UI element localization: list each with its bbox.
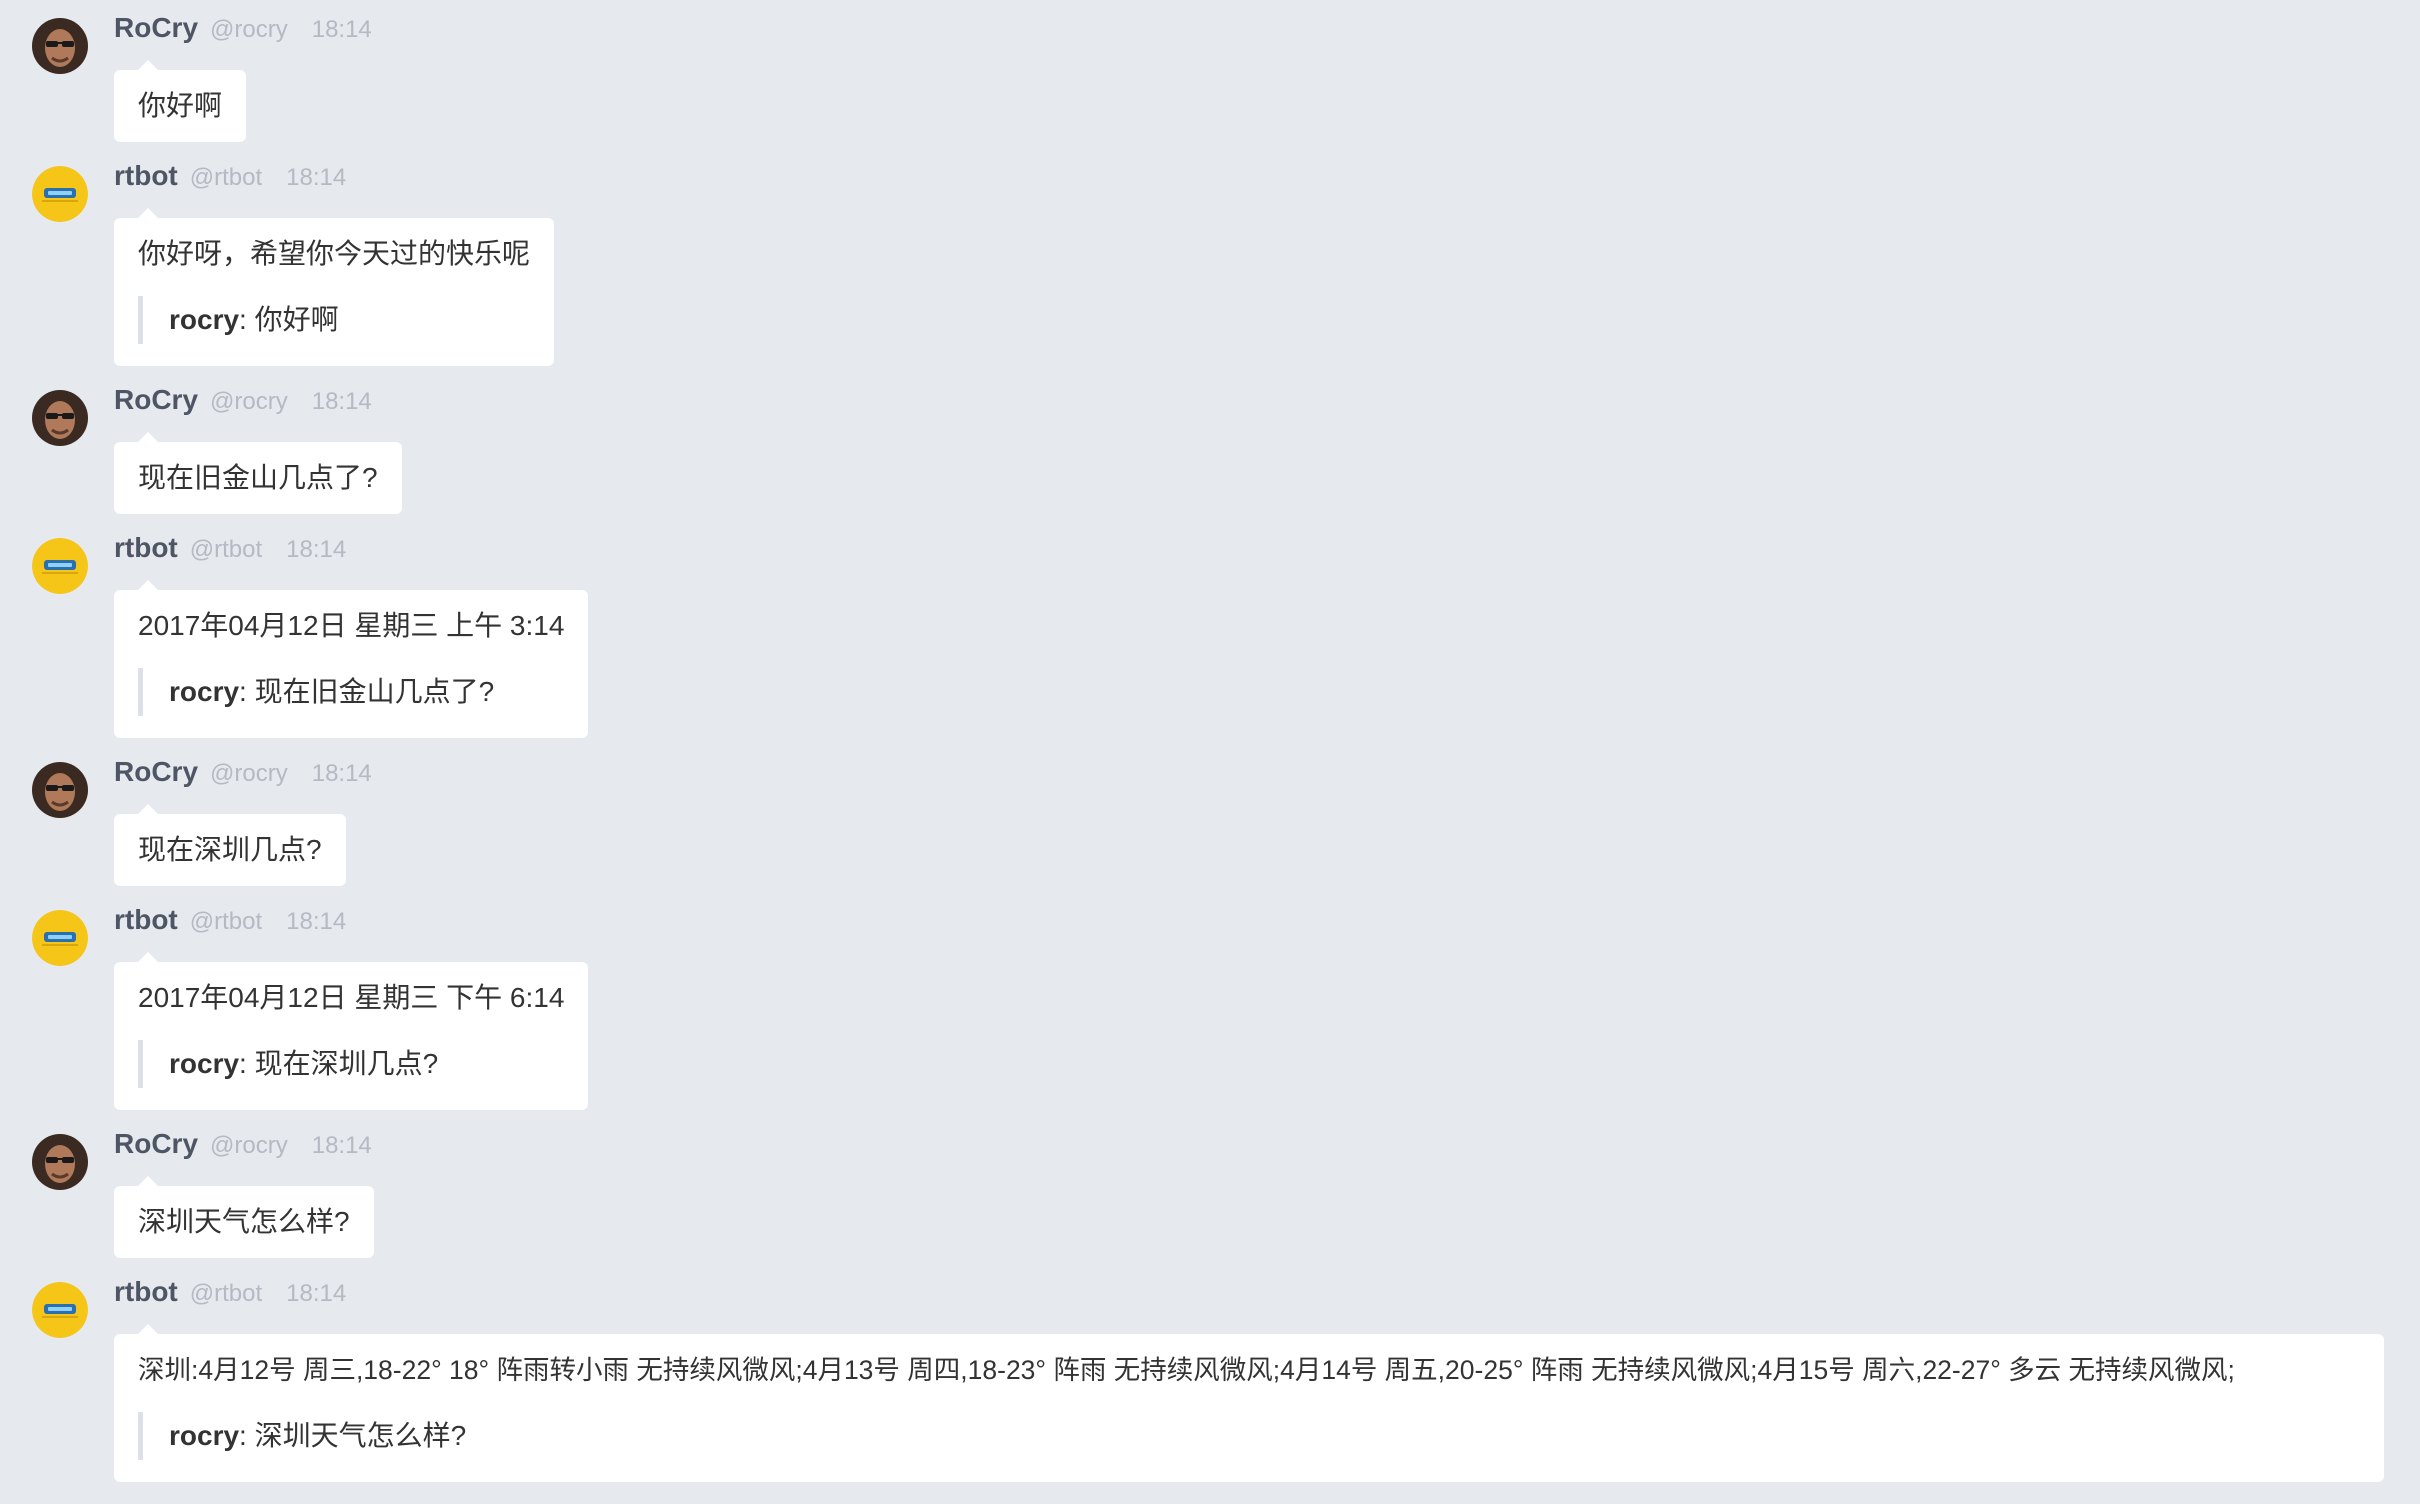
author-name[interactable]: RoCry xyxy=(114,1128,198,1160)
quote-separator: : xyxy=(239,1420,255,1451)
message-bubble: 现在旧金山几点了? xyxy=(114,432,402,514)
message-bubble: 你好啊 xyxy=(114,60,246,142)
user-avatar-icon[interactable] xyxy=(32,18,88,74)
quoted-message: rocry: 深圳天气怎么样? xyxy=(138,1412,2360,1460)
author-handle: @rocry xyxy=(210,388,288,415)
quoted-message: rocry: 现在深圳几点? xyxy=(138,1040,564,1088)
message-bubble: 深圳:4月12号 周三,18-22° 18° 阵雨转小雨 无持续风微风;4月13… xyxy=(114,1324,2384,1482)
author-name[interactable]: RoCry xyxy=(114,12,198,44)
user-avatar-icon[interactable] xyxy=(32,1134,88,1190)
quote-separator: : xyxy=(239,676,255,707)
user-avatar-icon[interactable] xyxy=(32,390,88,446)
message-timestamp: 18:14 xyxy=(286,164,347,191)
quoted-author: rocry xyxy=(169,676,240,707)
bot-avatar-icon[interactable] xyxy=(32,166,88,222)
message-bubble: 你好呀，希望你今天过的快乐呢 rocry: 你好啊 xyxy=(114,208,554,366)
author-name[interactable]: rtbot xyxy=(114,160,178,192)
author-name[interactable]: RoCry xyxy=(114,384,198,416)
message-timestamp: 18:14 xyxy=(286,1280,347,1307)
author-name[interactable]: RoCry xyxy=(114,756,198,788)
quoted-text: 现在旧金山几点了? xyxy=(254,676,495,707)
author-name[interactable]: rtbot xyxy=(114,1276,178,1308)
author-handle: @rocry xyxy=(210,760,288,787)
message-timestamp: 18:14 xyxy=(286,536,347,563)
message-text: 2017年04月12日 星期三 下午 6:14 xyxy=(138,982,565,1013)
message-timestamp: 18:14 xyxy=(311,388,372,415)
message-timestamp: 18:14 xyxy=(311,16,372,43)
message-header: RoCry @rocry 18:14 xyxy=(114,12,372,52)
quoted-message: rocry: 现在旧金山几点了? xyxy=(138,668,564,716)
quoted-text: 现在深圳几点? xyxy=(254,1048,439,1079)
message-header: RoCry @rocry 18:14 xyxy=(114,1128,372,1168)
author-handle: @rtbot xyxy=(189,908,263,935)
quote-separator: : xyxy=(239,304,255,335)
author-handle: @rtbot xyxy=(189,536,263,563)
message-timestamp: 18:14 xyxy=(286,908,347,935)
message-bubble: 2017年04月12日 星期三 上午 3:14 rocry: 现在旧金山几点了? xyxy=(114,580,588,738)
message-bubble: 深圳天气怎么样? xyxy=(114,1176,374,1258)
message-header: rtbot @rtbot 18:14 xyxy=(114,904,346,944)
message-bubble: 现在深圳几点? xyxy=(114,804,346,886)
message-text: 你好啊 xyxy=(138,90,223,121)
message-header: rtbot @rtbot 18:14 xyxy=(114,1276,346,1316)
message-header: RoCry @rocry 18:14 xyxy=(114,756,372,796)
bot-avatar-icon[interactable] xyxy=(32,1282,88,1338)
message-text: 现在旧金山几点了? xyxy=(138,462,378,493)
quoted-text: 你好啊 xyxy=(254,304,339,335)
message-header: RoCry @rocry 18:14 xyxy=(114,384,372,424)
message-timestamp: 18:14 xyxy=(311,760,372,787)
quoted-author: rocry xyxy=(169,304,240,335)
message-text: 现在深圳几点? xyxy=(138,834,322,865)
quoted-text: 深圳天气怎么样? xyxy=(254,1420,467,1451)
quoted-author: rocry xyxy=(169,1048,240,1079)
bot-avatar-icon[interactable] xyxy=(32,910,88,966)
author-name[interactable]: rtbot xyxy=(114,904,178,936)
author-handle: @rtbot xyxy=(189,164,263,191)
chat-message-list: RoCry @rocry 18:14 你好啊 rtbot @rtbot 18:1… xyxy=(0,0,2420,1504)
author-handle: @rtbot xyxy=(189,1280,263,1307)
quoted-message: rocry: 你好啊 xyxy=(138,296,530,344)
message-text: 你好呀，希望你今天过的快乐呢 xyxy=(138,238,531,269)
quote-separator: : xyxy=(239,1048,255,1079)
message-timestamp: 18:14 xyxy=(311,1132,372,1159)
message-text: 2017年04月12日 星期三 上午 3:14 xyxy=(138,610,565,641)
message-bubble: 2017年04月12日 星期三 下午 6:14 rocry: 现在深圳几点? xyxy=(114,952,588,1110)
author-handle: @rocry xyxy=(210,1132,288,1159)
message-header: rtbot @rtbot 18:14 xyxy=(114,532,346,572)
bot-avatar-icon[interactable] xyxy=(32,538,88,594)
quoted-author: rocry xyxy=(169,1420,240,1451)
author-name[interactable]: rtbot xyxy=(114,532,178,564)
user-avatar-icon[interactable] xyxy=(32,762,88,818)
message-text: 深圳:4月12号 周三,18-22° 18° 阵雨转小雨 无持续风微风;4月13… xyxy=(138,1355,2235,1385)
message-header: rtbot @rtbot 18:14 xyxy=(114,160,346,200)
message-text: 深圳天气怎么样? xyxy=(138,1206,350,1237)
author-handle: @rocry xyxy=(210,16,288,43)
